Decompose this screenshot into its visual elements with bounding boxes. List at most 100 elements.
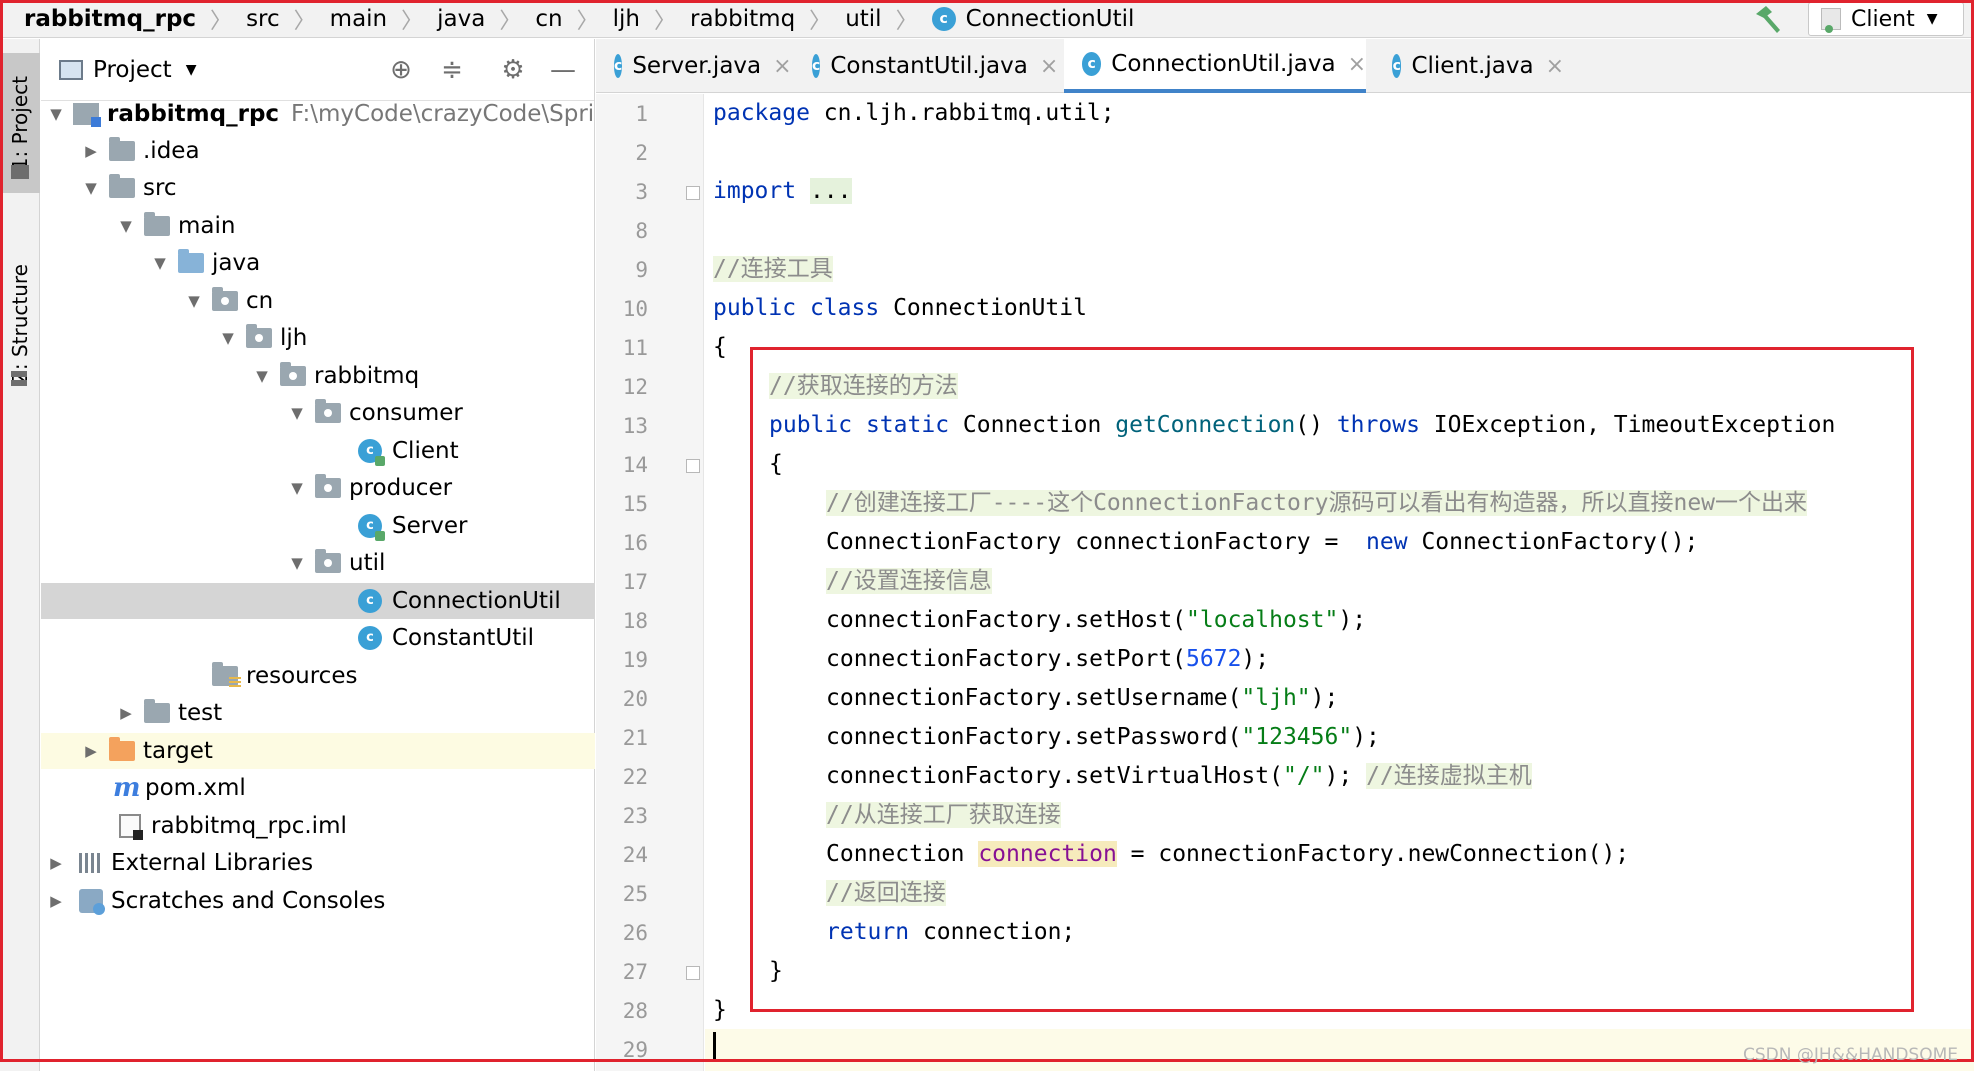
- expand-arrow-icon[interactable]: ▼: [286, 479, 308, 497]
- breadcrumb-label: rabbitmq: [690, 5, 796, 32]
- tree-item-test[interactable]: ▶ test: [41, 695, 595, 731]
- breadcrumb-current[interactable]: c ConnectionUtil: [931, 6, 1134, 32]
- build-hammer-icon[interactable]: [1752, 4, 1784, 34]
- expand-arrow-icon[interactable]: ▶: [45, 854, 67, 872]
- tree-item-label: Server: [392, 513, 468, 539]
- breadcrumb-item[interactable]: util 〉: [845, 3, 931, 35]
- tab-client-java[interactable]: c Client.java ×: [1374, 39, 1564, 93]
- tree-item-project-root[interactable]: ▼ rabbitmq_rpc F:\myCode\crazyCode\Sprin…: [41, 96, 639, 132]
- runnable-class-icon: c: [358, 439, 385, 466]
- breadcrumb-item[interactable]: rabbitmq 〉: [690, 3, 845, 35]
- close-icon[interactable]: ×: [1348, 52, 1366, 77]
- fold-marker-icon[interactable]: [686, 186, 700, 200]
- chevron-right-icon: 〉: [499, 8, 522, 34]
- expand-arrow-icon[interactable]: ▶: [115, 704, 137, 722]
- fold-marker-icon[interactable]: [686, 966, 700, 980]
- breadcrumb-item[interactable]: rabbitmq_rpc 〉: [24, 3, 246, 35]
- fold-marker-icon[interactable]: [686, 459, 700, 473]
- line-number: 1: [635, 102, 648, 126]
- tree-item-label: External Libraries: [111, 850, 314, 876]
- code-line-25: //返回连接: [826, 874, 946, 913]
- expand-arrow-icon[interactable]: ▼: [286, 554, 308, 572]
- tree-item-producer[interactable]: ▼ producer: [41, 470, 595, 506]
- expand-arrow-icon[interactable]: ▼: [149, 254, 171, 272]
- tree-item-resources[interactable]: resources: [41, 658, 595, 694]
- watermark: CSDN @JH&&HANDSOME: [1743, 1045, 1958, 1065]
- expand-arrow-icon[interactable]: ▼: [115, 217, 137, 235]
- collapse-all-icon[interactable]: ≑: [435, 53, 469, 87]
- folder-icon: [11, 165, 29, 179]
- tree-item-label: .idea: [143, 138, 200, 164]
- tool-window-strip: 1: Project Z: Structure: [0, 39, 40, 1071]
- tree-item-client[interactable]: c Client: [41, 433, 595, 469]
- tree-item-target[interactable]: ▶ target: [41, 733, 595, 769]
- expand-arrow-icon[interactable]: ▶: [45, 892, 67, 910]
- breadcrumb-item[interactable]: main 〉: [330, 3, 437, 35]
- tree-item-src[interactable]: ▼ src: [41, 170, 595, 206]
- tree-item-scratches[interactable]: ▶ Scratches and Consoles: [41, 883, 595, 919]
- expand-arrow-icon[interactable]: ▼: [45, 105, 67, 123]
- keyword: public: [713, 295, 797, 321]
- folded-imports[interactable]: ...: [809, 178, 852, 204]
- keyword: import: [713, 178, 797, 204]
- tree-item-pom[interactable]: m pom.xml: [41, 770, 595, 806]
- tree-item-constantutil[interactable]: c ConstantUtil: [41, 620, 595, 656]
- tree-item-util[interactable]: ▼ util: [41, 545, 595, 581]
- expand-arrow-icon[interactable]: ▶: [80, 142, 102, 160]
- tree-item-label: target: [143, 738, 213, 764]
- breadcrumb-item[interactable]: ljh 〉: [613, 3, 690, 35]
- tree-item-ljh[interactable]: ▼ ljh: [41, 320, 595, 356]
- line-number: 29: [622, 1038, 648, 1062]
- line-number: 25: [622, 882, 648, 906]
- tree-item-server[interactable]: c Server: [41, 508, 595, 544]
- expand-arrow-icon[interactable]: ▶: [80, 742, 102, 760]
- tree-item-label: test: [178, 700, 223, 726]
- run-configuration-select[interactable]: Client ▼: [1808, 2, 1964, 36]
- project-view-select[interactable]: Project: [93, 57, 172, 83]
- code-line-10: public class ConnectionUtil: [713, 289, 1087, 328]
- line-number: 16: [622, 531, 648, 555]
- tree-item-rabbitmq[interactable]: ▼ rabbitmq: [41, 358, 595, 394]
- close-icon[interactable]: ×: [773, 54, 791, 79]
- hide-panel-icon[interactable]: —: [546, 53, 580, 87]
- tree-item-label: cn: [246, 288, 274, 314]
- chevron-down-icon[interactable]: ▼: [186, 62, 197, 78]
- tab-constantutil-java[interactable]: c ConstantUtil.java ×: [794, 39, 1058, 93]
- breadcrumb-item[interactable]: cn 〉: [535, 3, 612, 35]
- class-name: ConnectionUtil: [893, 295, 1087, 321]
- keyword: new: [1366, 529, 1408, 555]
- tab-connectionutil-java[interactable]: c ConnectionUtil.java ×: [1064, 39, 1366, 93]
- resources-folder-icon: [212, 662, 241, 689]
- number-literal: 5672: [1186, 646, 1242, 672]
- tree-item-label: java: [212, 250, 261, 276]
- tree-item-connectionutil[interactable]: c ConnectionUtil: [41, 583, 595, 619]
- tree-item-external-libraries[interactable]: ▶ External Libraries: [41, 845, 595, 881]
- package-icon: [246, 324, 272, 348]
- expand-arrow-icon[interactable]: ▼: [183, 292, 205, 310]
- breadcrumb-item[interactable]: java 〉: [437, 3, 535, 35]
- code-editor[interactable]: package cn.ljh.rabbitmq.util; import ...…: [705, 94, 1974, 1071]
- close-icon[interactable]: ×: [1546, 54, 1564, 79]
- breadcrumb-item[interactable]: src 〉: [246, 3, 330, 35]
- tree-item-main[interactable]: ▼ main: [41, 208, 595, 244]
- close-icon[interactable]: ×: [1040, 54, 1058, 79]
- expand-arrow-icon[interactable]: ▼: [217, 329, 239, 347]
- tree-item-idea[interactable]: ▶ .idea: [41, 133, 595, 169]
- expand-arrow-icon[interactable]: ▼: [251, 367, 273, 385]
- tree-item-java[interactable]: ▼ java: [41, 245, 595, 281]
- gear-icon[interactable]: ⚙: [496, 53, 530, 87]
- expand-arrow-icon[interactable]: ▼: [286, 404, 308, 422]
- tree-item-path: F:\myCode\crazyCode\SpringB: [291, 101, 640, 127]
- tab-server-java[interactable]: c Server.java ×: [596, 39, 792, 93]
- expand-arrow-icon[interactable]: ▼: [80, 179, 102, 197]
- comment: //获取连接的方法: [769, 373, 958, 399]
- line-number: 27: [622, 960, 648, 984]
- tree-item-consumer[interactable]: ▼ consumer: [41, 395, 595, 431]
- tree-item-cn[interactable]: ▼ cn: [41, 283, 595, 319]
- comment: //连接工具: [713, 256, 833, 282]
- tree-item-iml[interactable]: rabbitmq_rpc.iml: [41, 808, 595, 844]
- line-number: 11: [622, 336, 648, 360]
- tree-item-label: resources: [246, 663, 358, 689]
- chevron-right-icon: 〉: [401, 8, 424, 34]
- locate-file-icon[interactable]: ⊕: [384, 53, 418, 87]
